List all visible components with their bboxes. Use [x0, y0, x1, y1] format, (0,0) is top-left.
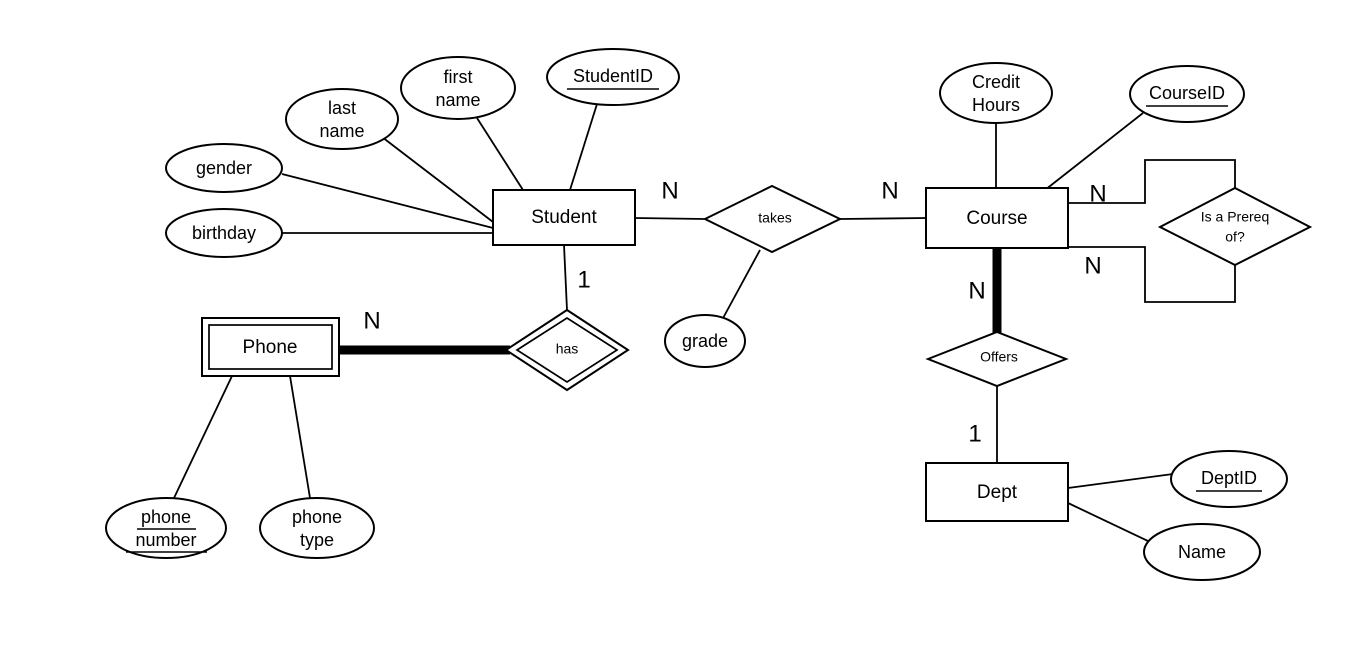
attribute-phone-number-label-line1: phone — [141, 507, 191, 527]
attribute-credit-hours-label-line2: Hours — [972, 95, 1020, 115]
attribute-last-name-label-line2: name — [319, 121, 364, 141]
edge-studentid-student — [569, 103, 598, 191]
attribute-last-name-label-line1: last — [328, 98, 356, 118]
attribute-gender[interactable]: gender — [165, 143, 283, 193]
edge-firstname-student — [476, 117, 524, 191]
entity-dept-label: Dept — [977, 482, 1018, 503]
entity-course[interactable]: Course — [925, 187, 1069, 249]
relationship-offers-label: Offers — [980, 349, 1018, 365]
entity-student-label: Student — [531, 207, 597, 228]
relationship-has[interactable]: has — [504, 308, 630, 392]
edge-student-has — [563, 244, 568, 311]
cardinality-course-prereq-top: N — [1089, 180, 1106, 207]
attribute-first-name-label-line1: first — [444, 67, 473, 87]
edge-lastname-student — [381, 136, 494, 223]
edge-dept-name — [1067, 502, 1151, 543]
edge-dept-deptid — [1067, 473, 1174, 489]
attribute-phone-number-label-line2: number — [135, 530, 196, 550]
entity-student[interactable]: Student — [492, 189, 636, 246]
relationship-takes-label: takes — [758, 210, 791, 226]
attribute-credit-hours[interactable]: Credit Hours — [939, 62, 1053, 124]
edge-student-takes — [634, 217, 706, 220]
attribute-gender-label: gender — [196, 158, 252, 178]
entity-phone[interactable]: Phone — [201, 317, 340, 377]
edge-phone-phonetype — [289, 375, 311, 499]
edge-takes-grade — [721, 249, 761, 321]
attribute-grade-label: grade — [682, 331, 728, 351]
attribute-name-label: Name — [1178, 542, 1226, 562]
attribute-phone-number[interactable]: phone number — [105, 497, 227, 559]
attribute-birthday-label: birthday — [192, 223, 256, 243]
attribute-studentid[interactable]: StudentID — [546, 48, 680, 106]
attribute-deptid[interactable]: DeptID — [1170, 450, 1288, 508]
attribute-name[interactable]: Name — [1143, 523, 1261, 581]
attribute-studentid-label: StudentID — [573, 66, 653, 86]
attribute-phone-type[interactable]: phone type — [259, 497, 375, 559]
cardinality-course-prereq-bottom: N — [1084, 252, 1101, 279]
entity-phone-label: Phone — [243, 337, 298, 358]
attribute-phone-type-label-line1: phone — [292, 507, 342, 527]
attribute-courseid[interactable]: CourseID — [1129, 65, 1245, 123]
cardinality-student-takes: N — [661, 177, 678, 204]
edge-phone-phonenumber — [173, 375, 233, 499]
attribute-credit-hours-label-line1: Credit — [972, 72, 1020, 92]
relationship-prereq-diamond — [1157, 186, 1313, 267]
attribute-deptid-label: DeptID — [1201, 468, 1257, 488]
er-diagram-svg: Student Course Phone Dept takes has Offe… — [105, 48, 1313, 581]
relationship-is-a-prereq-of[interactable]: Is a Prereq of? — [1157, 186, 1313, 267]
cardinality-takes-course: N — [881, 177, 898, 204]
cardinality-course-offers: N — [968, 277, 985, 304]
cardinality-student-has: 1 — [577, 266, 590, 293]
edge-courseid-course — [1044, 112, 1144, 191]
attribute-birthday[interactable]: birthday — [165, 208, 283, 258]
relationship-offers[interactable]: Offers — [925, 330, 1069, 388]
attribute-first-name[interactable]: first name — [400, 56, 516, 120]
relationship-takes[interactable]: takes — [702, 184, 843, 254]
relationship-prereq-label-line2: of? — [1225, 229, 1245, 245]
relationship-prereq-label-line1: Is a Prereq — [1201, 209, 1269, 225]
entity-course-label: Course — [966, 208, 1027, 229]
entity-dept[interactable]: Dept — [925, 462, 1069, 522]
cardinality-offers-dept: 1 — [968, 420, 981, 447]
attribute-courseid-label: CourseID — [1149, 83, 1225, 103]
cardinality-phone-has: N — [363, 307, 380, 334]
edge-takes-course — [839, 217, 928, 220]
attribute-last-name[interactable]: last name — [285, 88, 399, 150]
er-diagram-canvas: Student Course Phone Dept takes has Offe… — [0, 0, 1367, 657]
edge-gender-student — [281, 173, 494, 229]
attribute-grade[interactable]: grade — [664, 314, 746, 368]
attribute-phone-type-label-line2: type — [300, 530, 334, 550]
relationship-has-label: has — [556, 341, 579, 357]
attribute-first-name-label-line2: name — [435, 90, 480, 110]
